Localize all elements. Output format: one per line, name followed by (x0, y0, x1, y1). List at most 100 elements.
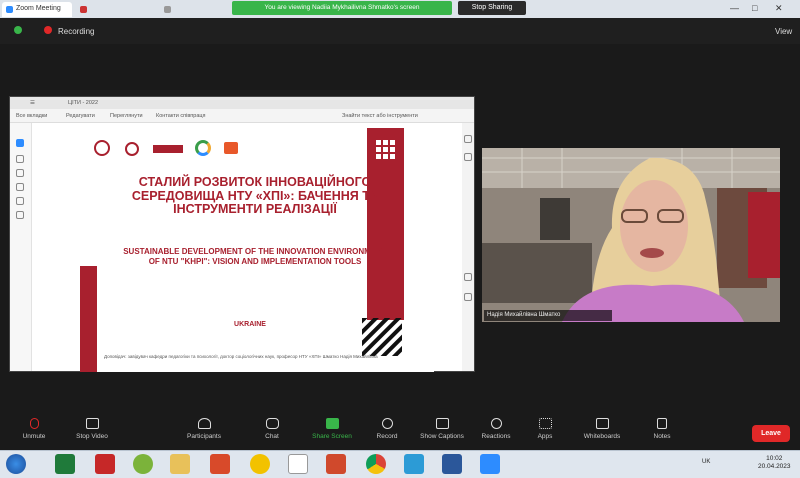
chrome-icon[interactable] (366, 454, 386, 474)
control-label: Participants (187, 433, 221, 440)
slide-title-en: SUSTAINABLE DEVELOPMENT OF THE INNOVATIO… (123, 247, 387, 266)
apps-button[interactable]: Apps (515, 418, 575, 440)
toolbar-item[interactable]: Все вкладки (16, 113, 47, 119)
apps-icon (538, 418, 552, 429)
powerpoint-icon[interactable] (326, 454, 346, 474)
language-indicator[interactable]: UK (702, 459, 710, 465)
comment-tool-icon[interactable] (16, 155, 24, 163)
tab-3[interactable] (160, 2, 228, 17)
norton-icon[interactable] (250, 454, 270, 474)
control-label: Show Captions (420, 433, 464, 440)
pdf-search-input[interactable]: Знайти текст або інструменти (342, 113, 418, 119)
partner-logo-icon (153, 145, 183, 153)
toolbar-item[interactable]: Редагувати (66, 113, 95, 119)
zoom-icon (6, 6, 13, 13)
pdf-left-toolbar (10, 123, 32, 371)
acrobat-icon[interactable] (95, 454, 115, 474)
participants-icon (197, 418, 211, 429)
pdf-tab[interactable]: ЦІТИ - 2022 (68, 100, 98, 106)
control-label: Notes (653, 433, 671, 440)
recording-dot-icon (44, 26, 52, 34)
clock-time: 10:02 (766, 455, 783, 462)
tab-icon (80, 6, 87, 13)
word-icon[interactable] (442, 454, 462, 474)
participant-video-image (482, 148, 780, 322)
share-screen-button[interactable]: Share Screen (302, 418, 362, 440)
decor-red-bar-left (80, 266, 97, 372)
unmute-button[interactable]: Unmute (4, 418, 64, 440)
cursor-tool-icon[interactable] (16, 139, 24, 147)
notes-icon (657, 418, 667, 429)
record-button[interactable]: Record (357, 418, 417, 440)
whiteboards-button[interactable]: Whiteboards (572, 418, 632, 440)
clock-date: 20.04.2023 (758, 463, 791, 470)
slide-footer: Доповідач: завідувач кафедри педагогіки … (104, 354, 378, 359)
control-label: Stop Video (76, 433, 108, 440)
photos-icon[interactable] (404, 454, 424, 474)
text-tool-icon[interactable] (16, 197, 24, 205)
tab-2[interactable] (76, 2, 156, 17)
start-icon[interactable] (6, 454, 26, 474)
home-tab[interactable]: ☰ (30, 100, 35, 106)
decor-stripes (362, 318, 402, 356)
stop-sharing-button[interactable]: Stop Sharing (458, 1, 526, 15)
zoom-out-icon[interactable] (464, 293, 472, 301)
participant-name-label: Надія Михайлівна Шматко (484, 310, 612, 321)
tab-label: Zoom Meeting (16, 5, 61, 12)
viber-icon[interactable] (133, 454, 153, 474)
recording-bar (0, 18, 800, 44)
chat-button[interactable]: Chat (242, 418, 302, 440)
slide-country: UKRAINE (234, 321, 266, 328)
leave-button[interactable]: Leave (752, 425, 790, 442)
participant-video[interactable] (482, 148, 780, 322)
pdf-toolbar: Все вкладки Редагувати Переглянути Конта… (10, 109, 474, 123)
pdf-tabbar: ☰ ЦІТИ - 2022 (10, 97, 474, 109)
decor-red-bar-right (367, 128, 404, 320)
minimize-icon[interactable]: — (730, 3, 739, 13)
pen-tool-icon[interactable] (16, 169, 24, 177)
captions-icon (435, 418, 449, 429)
bookmark-icon[interactable] (464, 153, 472, 161)
explorer-icon[interactable] (170, 454, 190, 474)
stop-video-button[interactable]: Stop Video (62, 418, 122, 440)
whiteboard-icon (595, 418, 609, 429)
seal-logo-icon (125, 142, 139, 156)
video-icon (85, 418, 99, 429)
anydesk-icon[interactable] (288, 454, 308, 474)
participants-button[interactable]: Participants (174, 418, 234, 440)
control-label: Unmute (22, 433, 46, 440)
control-label: Whiteboards (583, 433, 621, 440)
tab-icon (164, 6, 171, 13)
zoom-in-icon[interactable] (464, 273, 472, 281)
office-icon[interactable] (210, 454, 230, 474)
slide-title-ua: СТАЛИЙ РОЗВИТОК ІННОВАЦІЙНОГО СЕРЕДОВИЩА… (131, 175, 379, 216)
chat-icon (265, 418, 279, 429)
system-clock[interactable]: 10:02 20.04.2023 (758, 455, 791, 471)
toolbar-item[interactable]: Переглянути (110, 113, 143, 119)
tab-zoom-meeting[interactable]: Zoom Meeting (2, 2, 72, 17)
share-screen-icon (325, 418, 339, 429)
flag-logo-icon (224, 142, 238, 154)
control-label: Apps (537, 433, 553, 440)
control-label: Chat (265, 433, 279, 440)
shield-icon[interactable] (14, 26, 22, 34)
excel-icon[interactable] (55, 454, 75, 474)
pdf-right-toolbar (462, 123, 474, 371)
page-icon[interactable] (464, 135, 472, 143)
sign-tool-icon[interactable] (16, 211, 24, 219)
view-button[interactable]: View (775, 27, 792, 36)
recording-label[interactable]: Recording (58, 27, 94, 36)
notes-button[interactable]: Notes (632, 418, 692, 440)
zoom-icon[interactable] (480, 454, 500, 474)
highlight-tool-icon[interactable] (16, 183, 24, 191)
mic-muted-icon (29, 418, 39, 429)
control-label: Record (376, 433, 398, 440)
university-logo-icon (94, 140, 110, 156)
show-captions-button[interactable]: Show Captions (412, 418, 472, 440)
reactions-icon (490, 418, 502, 429)
record-icon (381, 418, 393, 429)
close-icon[interactable]: ✕ (775, 3, 783, 14)
maximize-icon[interactable]: □ (752, 3, 757, 13)
control-label: Share Screen (312, 433, 352, 440)
toolbar-item[interactable]: Контакти співпраця (156, 113, 206, 119)
